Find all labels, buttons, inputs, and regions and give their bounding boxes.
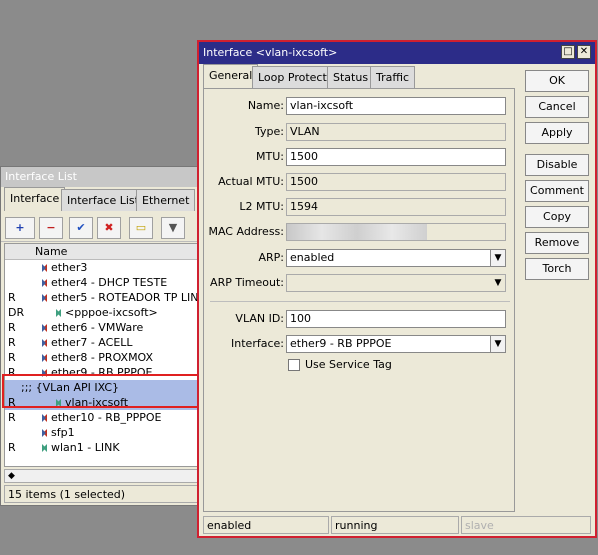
mtu-input[interactable]: 1500 <box>286 148 506 166</box>
mac-address-label: MAC Address: <box>208 225 284 238</box>
interface-icon <box>39 324 49 332</box>
table-row[interactable]: Rwlan1 - LINK <box>5 440 208 455</box>
arp-timeout-field: ▼ <box>286 274 506 292</box>
interface-icon <box>39 354 49 362</box>
interface-list-title: Interface List <box>1 167 209 187</box>
table-row[interactable]: Rether8 - PROXMOX <box>5 350 208 365</box>
tab-general[interactable]: General <box>203 64 259 88</box>
mac-address-field <box>286 223 506 241</box>
divider <box>210 301 510 302</box>
cancel-button[interactable]: Cancel <box>525 96 589 118</box>
mtu-label: MTU: <box>256 150 284 163</box>
arp-dropdown-icon[interactable]: ▼ <box>490 250 505 266</box>
vlan-id-input[interactable]: 100 <box>286 310 506 328</box>
interface-list-window: Interface List Interface Interface List … <box>0 166 210 506</box>
interface-icon <box>39 279 49 287</box>
tab-traffic[interactable]: Traffic <box>370 66 416 88</box>
vlan-icon <box>53 399 63 407</box>
column-header-name[interactable]: Name <box>35 245 67 258</box>
wireless-icon <box>39 444 49 452</box>
table-row[interactable]: Rether10 - RB_PPPOE <box>5 410 208 425</box>
horizontal-scrollbar[interactable]: ◆ <box>4 469 209 483</box>
disable-button[interactable]: Disable <box>525 154 589 176</box>
filter-icon[interactable]: ▼ <box>161 217 185 239</box>
maximize-icon[interactable]: □ <box>561 45 575 59</box>
pppoe-icon <box>53 309 63 317</box>
table-row[interactable]: DR <pppoe-ixcsoft> <box>5 305 208 320</box>
table-row[interactable]: Rether7 - ACELL <box>5 335 208 350</box>
table-row[interactable]: Rether5 - ROTEADOR TP LINK <box>5 290 208 305</box>
status-enabled: enabled <box>203 516 329 534</box>
interface-list-status: 15 items (1 selected) <box>4 485 209 503</box>
interface-icon <box>39 294 49 302</box>
add-button[interactable]: + <box>5 217 35 239</box>
interface-icon <box>39 414 49 422</box>
general-panel: Name: vlan-ixcsoft Type: VLAN MTU: 1500 … <box>203 88 515 512</box>
arp-value: enabled <box>290 251 335 264</box>
interface-icon <box>39 264 49 272</box>
enable-button[interactable]: ✔ <box>69 217 93 239</box>
remove-button[interactable]: − <box>39 217 63 239</box>
vlan-id-label: VLAN ID: <box>235 312 284 325</box>
copy-button[interactable]: Copy <box>525 206 589 228</box>
table-header: Name <box>5 244 208 260</box>
interface-icon <box>39 429 49 437</box>
interface-icon <box>39 339 49 347</box>
arp-select[interactable]: enabled ▼ <box>286 249 506 267</box>
type-label: Type: <box>255 125 284 138</box>
actual-mtu-field: 1500 <box>286 173 506 191</box>
table-row[interactable]: ether4 - DHCP TESTE <box>5 275 208 290</box>
l2-mtu-label: L2 MTU: <box>239 200 284 213</box>
torch-button[interactable]: Torch <box>525 258 589 280</box>
dialog-tabs: General Loop Protect Status Traffic <box>203 64 523 88</box>
type-field: VLAN <box>286 123 506 141</box>
tab-status[interactable]: Status <box>327 66 375 88</box>
use-service-tag-label: Use Service Tag <box>305 358 392 371</box>
tab-interface[interactable]: Interface <box>4 187 66 211</box>
tab-loop-protect[interactable]: Loop Protect <box>252 66 333 88</box>
use-service-tag-checkbox[interactable] <box>288 359 300 371</box>
actual-mtu-label: Actual MTU: <box>218 175 284 188</box>
table-row-comment[interactable]: ;;; {VLan API IXC} <box>5 380 208 395</box>
comment-button[interactable]: ▭ <box>129 217 153 239</box>
dialog-title-bar[interactable]: Interface <vlan-ixcsoft> □ ✕ <box>199 42 595 64</box>
interface-dropdown-icon[interactable]: ▼ <box>490 336 505 352</box>
interface-list-tabs: Interface Interface List Ethernet <box>1 187 209 211</box>
interface-label: Interface: <box>231 337 284 350</box>
name-input[interactable]: vlan-ixcsoft <box>286 97 506 115</box>
interface-dialog: Interface <vlan-ixcsoft> □ ✕ General Loo… <box>197 40 597 538</box>
arp-label: ARP: <box>258 251 284 264</box>
table-row[interactable]: Rether6 - VMWare <box>5 320 208 335</box>
close-icon[interactable]: ✕ <box>577 45 591 59</box>
arp-timeout-dropdown-icon[interactable]: ▼ <box>491 275 505 291</box>
table-row[interactable]: Rether9 - RB PPPOE <box>5 365 208 380</box>
interface-table: Name ether3 ether4 - DHCP TESTE Rether5 … <box>4 243 209 467</box>
comment-button[interactable]: Comment <box>525 180 589 202</box>
interface-select[interactable]: ether9 - RB PPPOE ▼ <box>286 335 506 353</box>
status-running: running <box>331 516 459 534</box>
interface-list-toolbar: + − ✔ ✖ ▭ ▼ <box>1 215 209 242</box>
scroll-left-icon[interactable]: ◆ <box>8 470 15 482</box>
arp-timeout-label: ARP Timeout: <box>210 276 284 289</box>
interface-icon <box>39 369 49 377</box>
disable-button[interactable]: ✖ <box>97 217 121 239</box>
status-slave: slave <box>461 516 591 534</box>
l2-mtu-field: 1594 <box>286 198 506 216</box>
mac-address-blurred <box>287 224 427 240</box>
interface-value: ether9 - RB PPPOE <box>290 337 392 350</box>
table-row[interactable]: ether3 <box>5 260 208 275</box>
tab-ethernet[interactable]: Ethernet <box>136 189 196 211</box>
ok-button[interactable]: OK <box>525 70 589 92</box>
dialog-title: Interface <vlan-ixcsoft> <box>203 46 338 59</box>
name-label: Name: <box>247 99 284 112</box>
remove-button[interactable]: Remove <box>525 232 589 254</box>
apply-button[interactable]: Apply <box>525 122 589 144</box>
table-row[interactable]: sfp1 <box>5 425 208 440</box>
tab-interface-list[interactable]: Interface List <box>61 189 145 211</box>
table-row-selected[interactable]: Rvlan-ixcsoft <box>5 395 208 410</box>
dialog-status-bar: enabled running slave <box>203 516 593 534</box>
